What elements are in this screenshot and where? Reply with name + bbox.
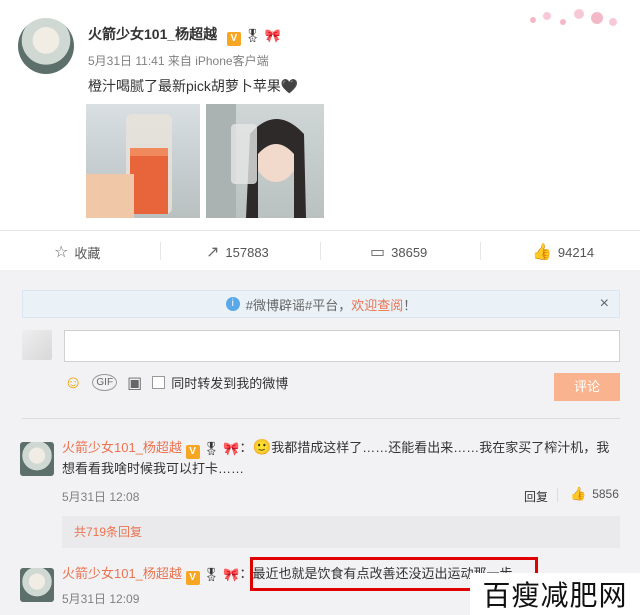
verified-badge-icon: V: [226, 32, 241, 46]
member-badge-icon: 🎖: [203, 441, 220, 456]
action-bar-top-divider: [0, 230, 640, 231]
comment-emoji-icon: 🙂: [252, 439, 272, 456]
comment-username[interactable]: 火箭少女101_杨超越: [62, 440, 182, 455]
comment-action-divider: [557, 488, 558, 502]
action-divider-3: [480, 242, 481, 260]
image-icon[interactable]: ▣: [127, 373, 142, 393]
comment-timestamp: 5月31日 12:08: [62, 490, 140, 504]
notice-prefix: #微博辟谣#平台，: [245, 297, 352, 313]
crown-badge-icon: 🎀: [223, 567, 240, 582]
comment-like-count: 5856: [592, 487, 619, 501]
comment-body: 火箭少女101_杨超越 V 🎖 🎀：🙂我都措成这样了……还能看出来……我在家买了…: [62, 439, 610, 476]
share-button[interactable]: ↗ 157883: [206, 242, 269, 262]
notice-suffix: ！: [403, 297, 417, 313]
favorite-label: 收藏: [74, 245, 101, 261]
action-divider-2: [320, 242, 321, 260]
post-timestamp[interactable]: 5月31日 11:41: [88, 54, 165, 68]
watermark: 百瘦减肥网: [470, 573, 640, 615]
comment-icon: ▭: [370, 244, 386, 261]
close-icon[interactable]: ×: [600, 295, 609, 313]
post-meta: 5月31日 11:41 来自 iPhone客户端: [88, 52, 269, 69]
composer-tools: ☺ GIF ▣ 同时转发到我的微博: [64, 372, 288, 393]
share-count: 157883: [225, 244, 269, 260]
verified-badge-icon: V: [185, 445, 200, 459]
comment-username[interactable]: 火箭少女101_杨超越: [62, 566, 182, 581]
crown-badge-icon: 🎀: [223, 441, 240, 456]
composer-divider: [22, 418, 620, 419]
member-badge-icon: 🎖: [244, 28, 261, 43]
post-image-juice[interactable]: [86, 104, 200, 218]
share-icon: ↗: [206, 244, 220, 261]
post-header: 火箭少女101_杨超越 V 🎖 🎀: [88, 24, 281, 46]
favorite-button[interactable]: ☆ 收藏: [54, 242, 100, 262]
decor-flower-icon: [525, 4, 625, 32]
post-text: 橙汁喝腻了最新pick胡萝卜苹果🖤: [88, 78, 299, 94]
submit-comment-button[interactable]: 评论: [554, 373, 620, 401]
star-icon: ☆: [54, 244, 69, 261]
composer-avatar: [22, 330, 52, 360]
post-source-prefix: 来自: [167, 54, 192, 68]
comment-button[interactable]: ▭ 38659: [370, 242, 427, 262]
watermark-text: 百瘦减肥网: [482, 580, 628, 611]
replies-link[interactable]: 共719条回复: [74, 525, 142, 539]
post-avatar[interactable]: [18, 18, 74, 74]
comment-like-button[interactable]: 👍 5856: [570, 486, 619, 502]
post-image-selfie[interactable]: [206, 104, 324, 218]
notice-bar: i #微博辟谣#平台， 欢迎查阅 ！ ×: [22, 290, 620, 318]
replies-bar[interactable]: 共719条回复: [62, 516, 620, 548]
thumbs-up-icon: 👍: [570, 486, 587, 501]
repost-checkbox[interactable]: [152, 376, 166, 389]
verified-badge-icon: V: [185, 571, 200, 585]
gif-icon[interactable]: GIF: [92, 374, 118, 391]
post-source[interactable]: iPhone客户端: [195, 54, 268, 68]
post-username[interactable]: 火箭少女101_杨超越: [88, 26, 217, 42]
like-count: 94214: [557, 244, 595, 260]
repost-label: 同时转发到我的微博: [171, 376, 289, 391]
comment-input[interactable]: [64, 330, 620, 362]
comment-avatar[interactable]: [20, 568, 54, 602]
member-badge-icon: 🎖: [203, 567, 220, 582]
reply-button[interactable]: 回复: [524, 488, 548, 505]
comment-count: 38659: [391, 244, 428, 260]
like-button[interactable]: 👍 94214: [532, 242, 594, 262]
crown-badge-icon: 🎀: [264, 28, 281, 43]
action-divider-1: [160, 242, 161, 260]
comment-avatar[interactable]: [20, 442, 54, 476]
comment-timestamp: 5月31日 12:09: [62, 592, 140, 606]
info-icon: i: [225, 297, 240, 311]
notice-link[interactable]: 欢迎查阅: [351, 295, 403, 314]
emoji-icon[interactable]: ☺: [64, 372, 82, 393]
thumbs-up-icon: 👍: [532, 244, 552, 261]
